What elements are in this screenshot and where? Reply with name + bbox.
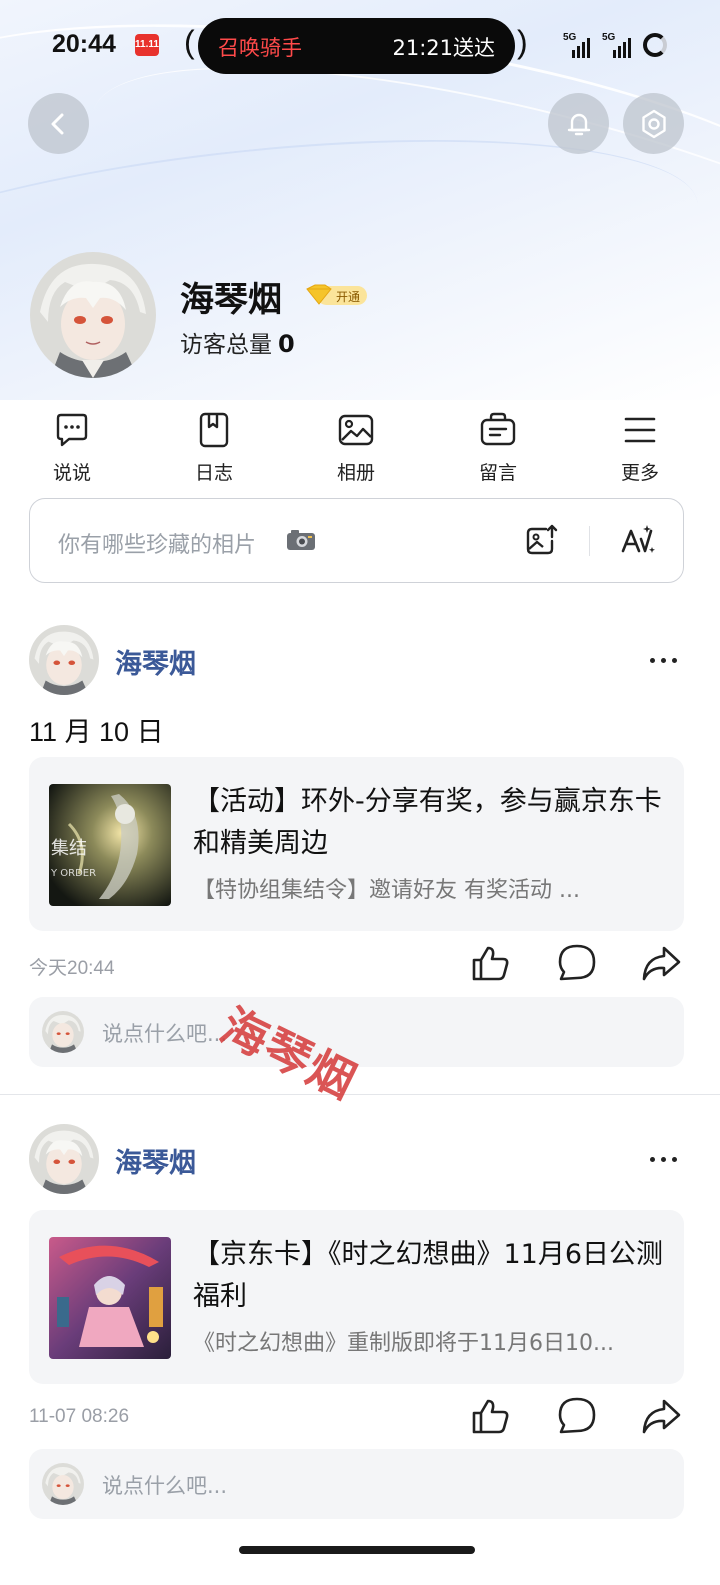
comment-input[interactable]: 说点什么吧... [29,1449,684,1519]
post-divider [0,1094,720,1095]
nav-more[interactable]: 更多 [595,410,685,490]
message-board-icon [480,412,516,446]
visitor-count-value: 0 [278,330,295,358]
settings-button[interactable] [623,93,684,154]
nav-album[interactable]: 相册 [311,410,401,490]
pill-left-text: 召唤骑手 [218,36,302,60]
vip-activate-label[interactable]: 开通 [336,288,360,305]
card-title: 【活动】环外-分享有奖，参与赢京东卡和精美周边 [193,786,662,859]
post-author-avatar[interactable] [29,1124,99,1194]
home-indicator[interactable] [239,1546,475,1554]
post-author-name[interactable]: 海琴烟 [115,642,196,681]
status-time: 20:44 [52,30,116,58]
shared-link-card[interactable]: 【京东卡】《时之幻想曲》11月6日公测福利 《时之幻想曲》重制版即将于11月6日… [29,1210,684,1384]
card-description: 【特协组集结令】邀请好友 有奖活动 ... [193,878,580,903]
chevron-left-icon [51,113,63,134]
svg-text:Y ORDER: Y ORDER [50,868,96,879]
pill-right-text: 21:21送达 [392,36,495,60]
post-timestamp: 今天20:44 [29,958,115,979]
photo-icon [338,414,374,446]
nav-label: 更多 [620,462,659,484]
nav-label: 说说 [52,462,91,484]
comment-icon[interactable] [556,942,598,984]
upload-photo-icon[interactable] [524,523,560,559]
visitor-count: 访客总量 0 [180,325,295,359]
card-title: 【京东卡】《时之幻想曲》11月6日公测福利 [193,1239,664,1312]
post-author-name[interactable]: 海琴烟 [115,1141,196,1180]
share-icon[interactable] [640,1395,682,1437]
pill-right-bracket: ) [517,24,528,60]
shopping-festival-icon: 11.11 [135,34,159,56]
camera-emoji-icon [287,530,315,550]
shared-link-card[interactable]: 集结 Y ORDER 【活动】环外-分享有奖，参与赢京东卡和精美周边 【特协组集… [29,757,684,931]
nav-label: 日志 [194,462,233,484]
composer-divider [589,526,590,556]
ai-sparkle-icon[interactable] [617,521,657,561]
card-thumbnail [49,1237,171,1359]
nav-label: 留言 [478,462,517,484]
status-bar: 20:44 11.11 ( 召唤骑手 21:21送达 ) 5G 5G [0,0,720,92]
bell-icon [567,113,590,135]
comment-placeholder: 说点什么吧... [102,1022,228,1046]
cellular-signal-icon: 5G [563,32,593,58]
notebook-icon [199,412,229,448]
svg-text:集结: 集结 [51,838,87,859]
cellular-signal-icon-2: 5G [602,32,632,58]
post-author-avatar[interactable] [29,625,99,695]
pill-left-bracket: ( [184,24,195,60]
share-icon[interactable] [640,942,682,984]
nav-guestbook[interactable]: 留言 [453,410,543,490]
nav-shuoshuo[interactable]: 说说 [27,410,117,490]
like-icon[interactable] [470,942,512,984]
more-options-icon[interactable] [647,656,681,666]
visitor-count-label: 访客总量 [180,332,272,358]
commenter-avatar [42,1011,84,1053]
menu-icon [624,417,656,443]
more-options-icon[interactable] [647,1155,681,1165]
post-timestamp: 11-07 08:26 [29,1406,130,1427]
chat-bubble-icon [56,413,88,447]
profile-avatar[interactable] [30,252,156,378]
like-icon[interactable] [470,1395,512,1437]
post-date: 11 月 10 日 [29,717,164,747]
battery-icon [643,33,667,57]
post-composer-input[interactable]: 你有哪些珍藏的相片 [29,498,684,583]
profile-name: 海琴烟 [180,280,282,320]
card-description: 《时之幻想曲》重制版即将于11月6日10... [193,1331,614,1356]
comment-placeholder: 说点什么吧... [102,1474,228,1498]
live-activity-pill[interactable]: 召唤骑手 21:21送达 [198,18,515,74]
notification-button[interactable] [548,93,609,154]
nav-blog[interactable]: 日志 [169,410,259,490]
gear-icon [641,109,666,138]
back-button[interactable] [28,93,89,154]
commenter-avatar [42,1463,84,1505]
composer-placeholder: 你有哪些珍藏的相片 [58,533,257,558]
card-thumbnail: 集结 Y ORDER [49,784,171,906]
comment-icon[interactable] [556,1395,598,1437]
nav-label: 相册 [336,462,375,484]
